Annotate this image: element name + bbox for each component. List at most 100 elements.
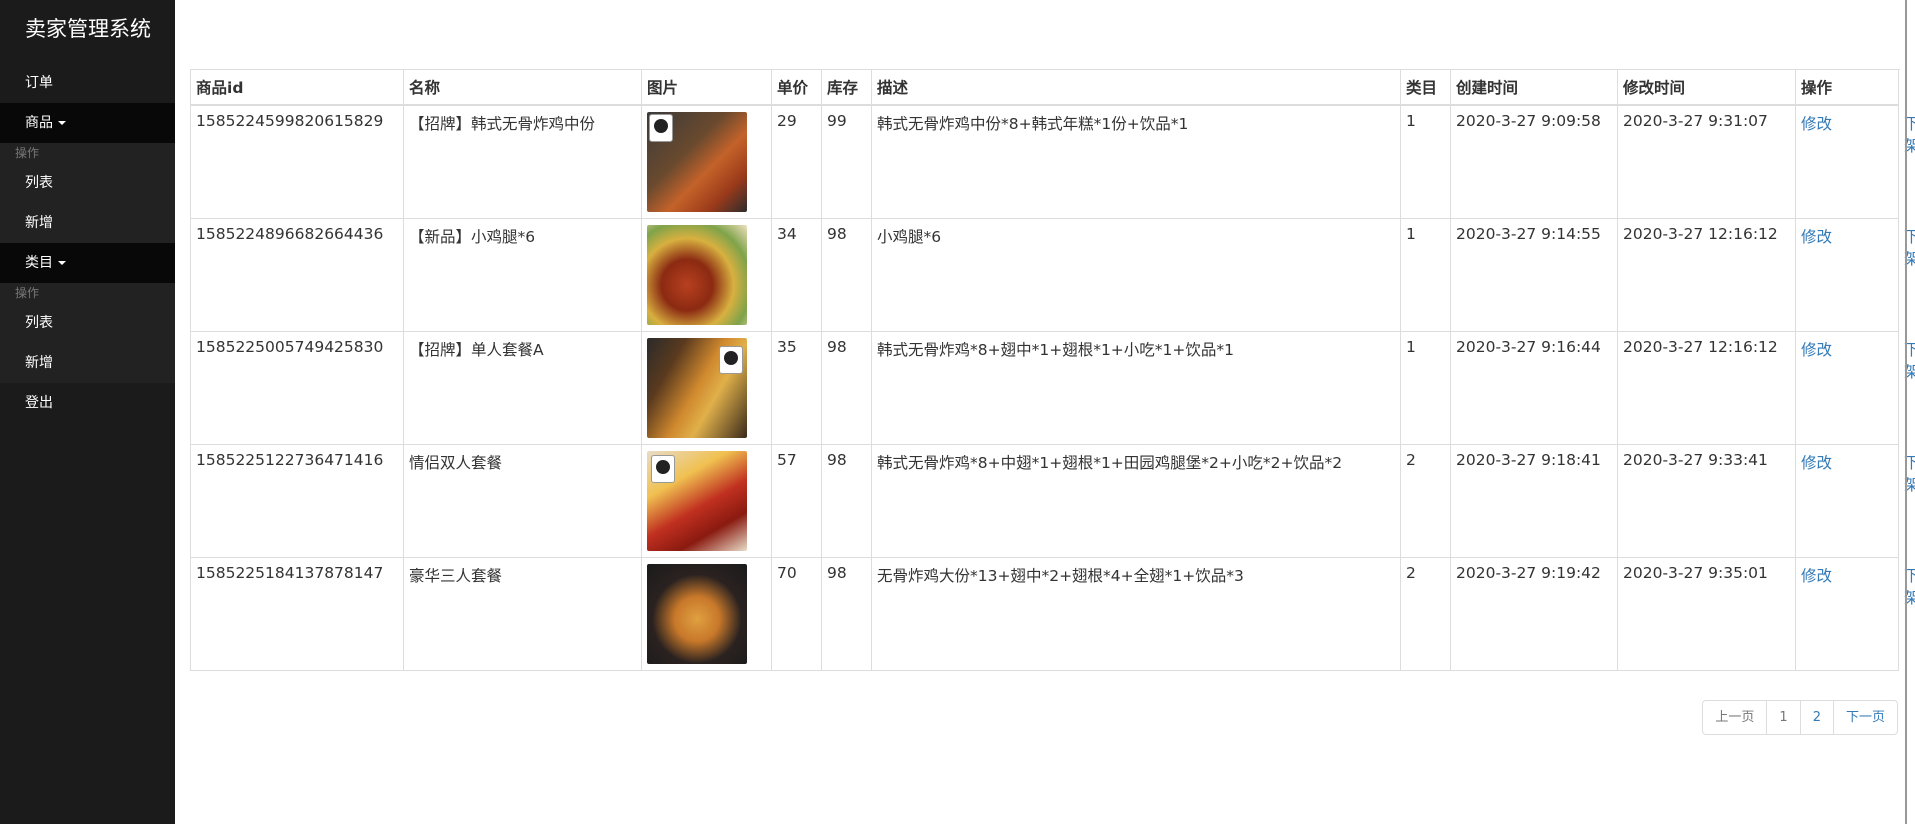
caret-down-icon <box>58 261 66 265</box>
cell-price: 57 <box>771 444 822 558</box>
cell-name: 【招牌】单人套餐A <box>403 331 642 445</box>
cell-created: 2020-3-27 9:18:41 <box>1450 444 1618 558</box>
prev-page-button[interactable]: 上一页 <box>1702 700 1768 735</box>
product-image <box>647 225 747 325</box>
col-header-updated: 修改时间 <box>1617 69 1796 106</box>
edit-link[interactable]: 修改 <box>1801 228 1832 246</box>
next-page-button[interactable]: 下一页 <box>1832 700 1898 735</box>
cell-updated: 2020-3-27 12:16:12 <box>1617 218 1796 332</box>
cell-stock: 98 <box>821 444 872 558</box>
caret-down-icon <box>58 121 66 125</box>
cell-category: 2 <box>1400 444 1451 558</box>
nav-products-new[interactable]: 新增 <box>0 203 175 243</box>
cell-id: 1585225184137878147 <box>190 557 404 671</box>
cell-price: 35 <box>771 331 822 445</box>
cell-name: 【新品】小鸡腿*6 <box>403 218 642 332</box>
cell-created: 2020-3-27 9:14:55 <box>1450 218 1618 332</box>
col-header-category: 类目 <box>1400 69 1451 106</box>
cell-image <box>641 557 772 671</box>
nav-orders[interactable]: 订单 <box>0 63 175 103</box>
cell-stock: 99 <box>821 104 872 219</box>
col-header-name: 名称 <box>403 69 642 106</box>
edit-link[interactable]: 修改 <box>1801 115 1832 133</box>
cell-name: 豪华三人套餐 <box>403 557 642 671</box>
scrollbar[interactable] <box>1905 0 1907 824</box>
cell-category: 1 <box>1400 104 1451 219</box>
table-row: 1585224896682664436 【新品】小鸡腿*6 34 98 小鸡腿*… <box>190 218 1915 332</box>
edit-link[interactable]: 修改 <box>1801 567 1832 585</box>
categories-dropdown: 操作 列表 新增 <box>0 283 175 383</box>
nav-categories-new[interactable]: 新增 <box>0 343 175 383</box>
cell-edit: 修改 <box>1795 557 1899 671</box>
cell-price: 34 <box>771 218 822 332</box>
table-row: 1585224599820615829 【招牌】韩式无骨炸鸡中份 29 99 韩… <box>190 104 1915 219</box>
cell-desc: 小鸡腿*6 <box>871 218 1401 332</box>
cell-updated: 2020-3-27 9:31:07 <box>1617 104 1796 219</box>
cell-name: 【招牌】韩式无骨炸鸡中份 <box>403 104 642 219</box>
cell-id: 1585225122736471416 <box>190 444 404 558</box>
nav-categories-label: 类目 <box>25 255 53 271</box>
main-content: 商品id 名称 图片 单价 库存 描述 类目 创建时间 修改时间 操作 1585… <box>190 69 1915 671</box>
cell-category: 1 <box>1400 331 1451 445</box>
sidebar: 卖家管理系统 订单 商品 操作 列表 新增 类目 操作 列表 新增 登出 <box>0 0 175 824</box>
cell-edit: 修改 <box>1795 331 1899 445</box>
cell-category: 2 <box>1400 557 1451 671</box>
cell-image <box>641 218 772 332</box>
cell-stock: 98 <box>821 331 872 445</box>
cell-desc: 无骨炸鸡大份*13+翅中*2+翅根*4+全翅*1+饮品*3 <box>871 557 1401 671</box>
cell-stock: 98 <box>821 218 872 332</box>
page-2-button[interactable]: 2 <box>1799 700 1834 735</box>
col-header-actions: 操作 <box>1795 69 1899 106</box>
logo-icon <box>651 455 675 483</box>
dropdown-header: 操作 <box>15 286 40 300</box>
cell-stock: 98 <box>821 557 872 671</box>
nav-products-label: 商品 <box>25 115 53 131</box>
cell-updated: 2020-3-27 9:33:41 <box>1617 444 1796 558</box>
nav-products-list[interactable]: 列表 <box>0 163 175 203</box>
cell-desc: 韩式无骨炸鸡*8+中翅*1+翅根*1+田园鸡腿堡*2+小吃*2+饮品*2 <box>871 444 1401 558</box>
brand-title[interactable]: 卖家管理系统 <box>0 0 175 48</box>
page-1-button[interactable]: 1 <box>1766 700 1801 735</box>
edit-link[interactable]: 修改 <box>1801 454 1832 472</box>
cell-created: 2020-3-27 9:19:42 <box>1450 557 1618 671</box>
cell-updated: 2020-3-27 12:16:12 <box>1617 331 1796 445</box>
product-image <box>647 451 747 551</box>
dropdown-header: 操作 <box>15 146 40 160</box>
cell-id: 1585224896682664436 <box>190 218 404 332</box>
cell-id: 1585225005749425830 <box>190 331 404 445</box>
edit-link[interactable]: 修改 <box>1801 341 1832 359</box>
cell-image <box>641 331 772 445</box>
cell-created: 2020-3-27 9:09:58 <box>1450 104 1618 219</box>
col-header-created: 创建时间 <box>1450 69 1618 106</box>
col-header-stock: 库存 <box>821 69 872 106</box>
nav-categories-list[interactable]: 列表 <box>0 303 175 343</box>
pagination: 上一页 1 2 下一页 <box>1702 700 1898 735</box>
product-table: 商品id 名称 图片 单价 库存 描述 类目 创建时间 修改时间 操作 1585… <box>190 69 1915 671</box>
cell-image <box>641 104 772 219</box>
cell-image <box>641 444 772 558</box>
table-row: 1585225184137878147 豪华三人套餐 70 98 无骨炸鸡大份*… <box>190 557 1915 671</box>
cell-created: 2020-3-27 9:16:44 <box>1450 331 1618 445</box>
product-image <box>647 112 747 212</box>
table-header-row: 商品id 名称 图片 单价 库存 描述 类目 创建时间 修改时间 操作 <box>190 69 1899 106</box>
col-header-price: 单价 <box>771 69 822 106</box>
nav-categories[interactable]: 类目 <box>0 243 175 283</box>
col-header-desc: 描述 <box>871 69 1401 106</box>
product-image <box>647 338 747 438</box>
table-row: 1585225122736471416 情侣双人套餐 57 98 韩式无骨炸鸡*… <box>190 444 1915 558</box>
logo-icon <box>719 346 743 374</box>
cell-name: 情侣双人套餐 <box>403 444 642 558</box>
products-dropdown: 操作 列表 新增 <box>0 143 175 243</box>
cell-id: 1585224599820615829 <box>190 104 404 219</box>
nav-products[interactable]: 商品 <box>0 103 175 143</box>
logo-icon <box>649 114 673 142</box>
table-row: 1585225005749425830 【招牌】单人套餐A 35 98 韩式无骨… <box>190 331 1915 445</box>
col-header-id: 商品id <box>190 69 404 106</box>
nav-logout[interactable]: 登出 <box>0 383 175 423</box>
cell-edit: 修改 <box>1795 104 1899 219</box>
product-image <box>647 564 747 664</box>
cell-edit: 修改 <box>1795 218 1899 332</box>
col-header-image: 图片 <box>641 69 772 106</box>
cell-edit: 修改 <box>1795 444 1899 558</box>
cell-desc: 韩式无骨炸鸡*8+翅中*1+翅根*1+小吃*1+饮品*1 <box>871 331 1401 445</box>
